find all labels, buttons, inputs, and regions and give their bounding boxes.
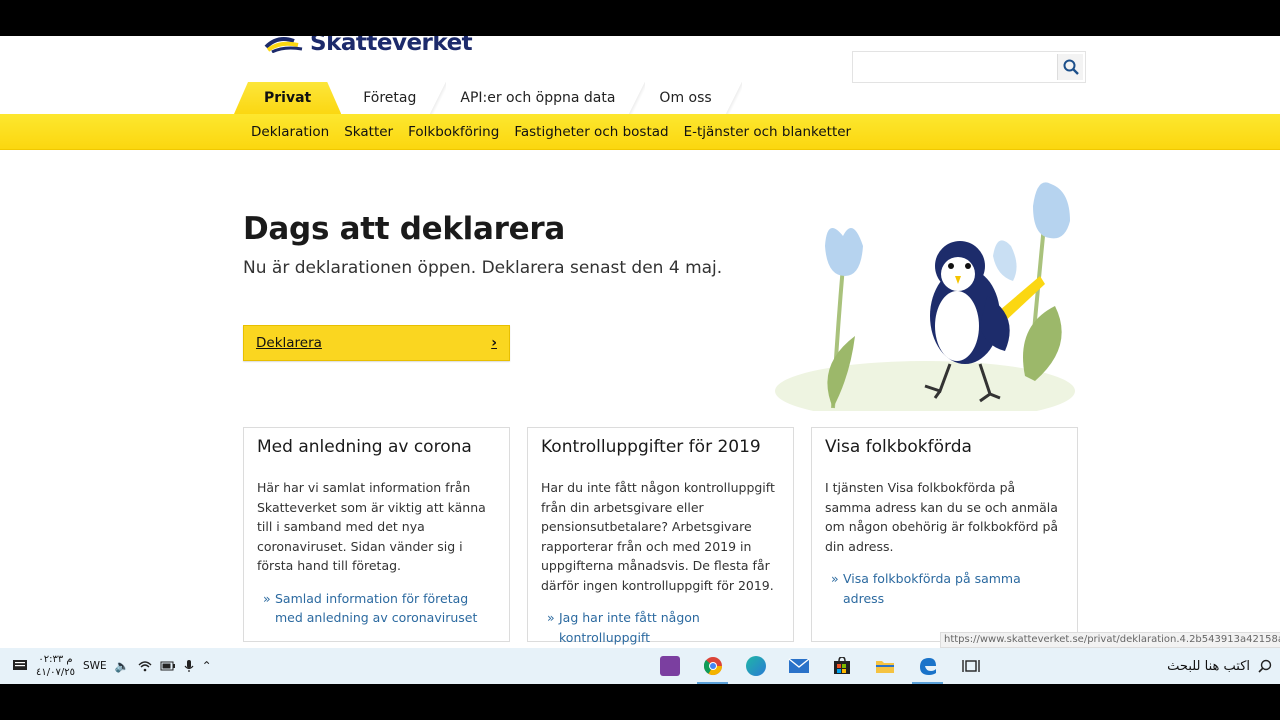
browser-viewport: Skatteverket Privat Företag API:er och ö… [0,36,1280,648]
bird-tulip-illustration [775,182,1075,411]
card-body: I tjänsten Visa folkbokförda på samma ad… [825,480,1059,554]
clock-time: ۰۲:۳۳ م [38,654,73,665]
subnav-item-e-tjanster[interactable]: E-tjänster och blanketter [684,124,852,140]
search-icon [1258,659,1272,673]
clock[interactable]: ۰۲:۳۳ م ٤١/٠٧/٢٥ [36,653,75,679]
subnav-item-deklaration[interactable]: Deklaration [251,124,329,140]
microphone-icon[interactable] [184,659,194,673]
card-title: Visa folkbokförda [825,437,972,457]
letterbox-top [0,0,1280,36]
letterbox-bottom [0,684,1280,720]
windows-taskbar: ۰۲:۳۳ م ٤١/٠٧/٢٥ SWE 🔈 ⌃ اكتب هنا للبحث [0,648,1280,684]
card-kontrolluppgifter: Kontrolluppgifter för 2019 Har du inte f… [527,427,794,645]
chevron-up-icon[interactable]: ⌃ [202,659,212,673]
chevron-right-icon: › [491,335,497,351]
card-folkbokforda: Visa folkbokförda I tjänsten Visa folkbo… [811,427,1078,642]
subnav-item-fastigheter[interactable]: Fastigheter och bostad [514,124,668,140]
wifi-icon[interactable] [138,660,152,672]
language-indicator[interactable]: SWE [83,660,107,672]
store-icon [833,657,850,674]
deklarera-button-label: Deklarera [256,335,322,351]
taskbar-file-explorer[interactable] [863,648,906,684]
tab-foretag[interactable]: Företag [341,82,447,114]
site-search [852,51,1086,83]
card-link[interactable]: Samlad information för företag med anled… [257,589,496,628]
logo-text: Skatteverket [310,36,473,56]
search-input[interactable] [853,52,1055,82]
search-button[interactable] [1057,54,1083,80]
search-icon [1063,59,1079,75]
subnav-item-folkbokforing[interactable]: Folkbokföring [408,124,499,140]
tab-om-oss[interactable]: Om oss [637,82,742,114]
deklarera-button[interactable]: Deklarera › [243,325,510,361]
taskbar-apps [648,648,992,684]
card-title: Med anledning av corona [257,437,472,457]
subnav-item-skatter[interactable]: Skatter [344,124,393,140]
taskbar-task-view[interactable] [949,648,992,684]
chrome-icon [703,657,722,676]
taskbar-chrome[interactable] [691,648,734,684]
status-bar-url: https://www.skatteverket.se/privat/dekla… [940,632,1280,648]
card-body: Har du inte fått någon kontrolluppgift f… [541,480,775,593]
mail-icon [788,658,809,673]
edge-beta-icon [745,656,766,676]
taskbar-edge[interactable] [906,648,949,684]
taskbar-search[interactable]: اكتب هنا للبحث [1167,648,1272,684]
taskbar-mail[interactable] [777,648,820,684]
notification-icon[interactable] [12,659,28,673]
battery-icon[interactable] [160,661,176,671]
taskbar-search-text: اكتب هنا للبحث [1167,658,1250,674]
taskbar-edge-beta[interactable] [734,648,777,684]
sub-navigation: Deklaration Skatter Folkbokföring Fastig… [0,114,1280,150]
task-view-icon [961,660,980,672]
system-tray: ۰۲:۳۳ م ٤١/٠٧/٢٥ SWE 🔈 ⌃ [12,648,212,684]
taskbar-store[interactable] [820,648,863,684]
taskbar-app[interactable] [648,648,691,684]
card-link[interactable]: Visa folkbokförda på samma adress [825,569,1064,608]
tab-privat[interactable]: Privat [234,82,341,114]
page-subtitle: Nu är deklarationen öppen. Deklarera sen… [243,258,723,278]
logo-mark-icon [264,37,303,53]
card-corona: Med anledning av corona Här har vi samla… [243,427,510,642]
volume-icon[interactable]: 🔈 [115,659,130,673]
card-title: Kontrolluppgifter för 2019 [541,437,761,457]
card-body: Här har vi samlat information från Skatt… [257,480,486,573]
page-title: Dags att deklarera [243,211,565,247]
clock-date: ٤١/٠٧/٢٥ [36,667,75,678]
site-logo[interactable]: Skatteverket [264,36,473,56]
tab-api-oppna-data[interactable]: API:er och öppna data [438,82,646,114]
app-icon [659,656,680,676]
card-link[interactable]: Jag har inte fått någon kontrolluppgift [541,608,780,647]
main-tabs: Privat Företag API:er och öppna data Om … [234,82,742,114]
edge-icon [919,658,936,675]
file-explorer-icon [875,661,894,673]
